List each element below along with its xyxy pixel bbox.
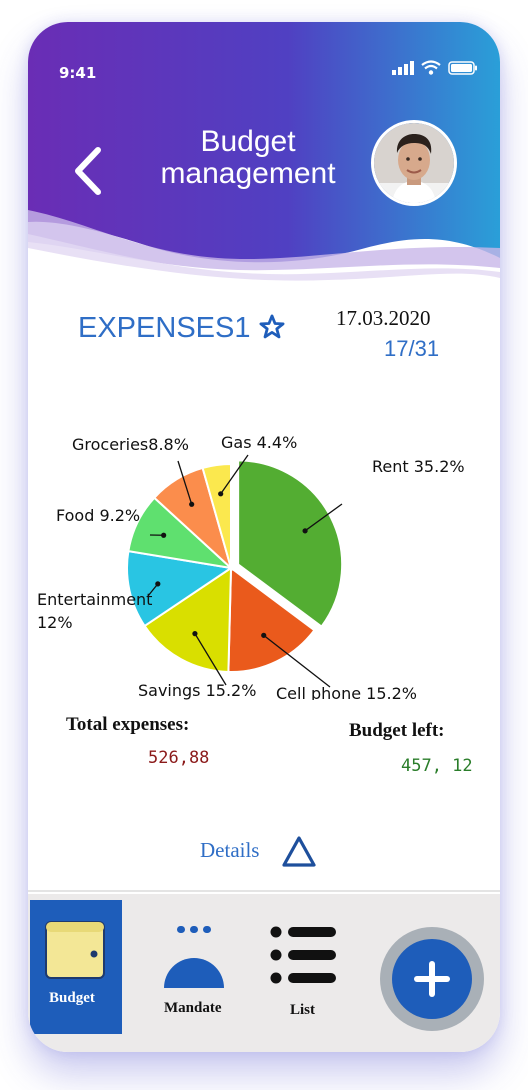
slice-label-4: Food 9.2% (56, 506, 140, 525)
leader-dot-3 (155, 581, 161, 587)
list-icon (270, 926, 336, 984)
leader-dot-6 (218, 491, 224, 497)
add-button[interactable] (380, 927, 484, 1031)
user-photo (374, 123, 454, 203)
budget-left-value: 457, 12 (401, 756, 473, 776)
slice-label-5: Groceries8.8% (72, 435, 189, 454)
status-time: 9:41 (59, 64, 97, 82)
page-title-line2: management (160, 157, 336, 190)
page-title: Budget management (138, 126, 358, 190)
leader-dot-2 (192, 631, 198, 637)
nav-item-mandate[interactable]: Mandate (152, 904, 236, 1024)
favorite-star-icon[interactable] (258, 313, 286, 341)
nav-label-budget: Budget (49, 990, 95, 1006)
total-expenses-label: Total expenses: (66, 714, 190, 735)
leader-dot-5 (189, 501, 195, 507)
details-link[interactable]: Details (200, 838, 259, 863)
status-icons (392, 60, 478, 75)
expenses-title: EXPENSES1 (78, 312, 251, 344)
nav-label-mandate: Mandate (164, 1000, 222, 1016)
slice-label-3-line2: 12% (37, 613, 73, 632)
expenses-pie-chart: Rent 35.2% Cell phone 15.2% Savings 15.2% E… (37, 433, 465, 700)
day-of-month: 17/31 (384, 336, 440, 361)
nav-label-list: List (290, 1002, 316, 1018)
leader-dot-1 (261, 632, 267, 638)
slice-label-1: Cell phone 15.2% (276, 684, 417, 700)
nav-item-list[interactable]: List (264, 904, 344, 1024)
slice-label-6: Gas 4.4% (221, 433, 297, 452)
avatar[interactable] (371, 120, 457, 206)
plus-icon (414, 961, 450, 997)
page-title-line1: Budget (200, 125, 296, 158)
total-expenses-value: 526,88 (148, 748, 210, 768)
cellular-signal-icon (392, 60, 414, 75)
battery-icon (448, 60, 477, 75)
mandate-icon (164, 926, 224, 988)
wifi-icon (421, 60, 441, 75)
slice-label-0: Rent 35.2% (372, 457, 465, 476)
phone-screen: 9:41 Budget management EXPENSES1 17.03.2… (28, 22, 500, 1052)
back-button[interactable] (68, 144, 108, 198)
leader-dot-0 (302, 528, 308, 534)
expand-triangle-icon[interactable] (280, 834, 318, 870)
budget-left-label: Budget left: (349, 720, 445, 741)
leader-dot-4 (161, 532, 167, 538)
wallet-icon (45, 921, 105, 979)
slice-label-3: Entertainment (37, 590, 152, 609)
card-divider (28, 890, 500, 892)
bottom-nav: Budget Mandate List (28, 894, 500, 1052)
expenses-date: 17.03.2020 (336, 306, 431, 330)
header: 9:41 Budget management (28, 22, 500, 282)
add-button-inner (392, 939, 472, 1019)
nav-item-budget[interactable]: Budget (30, 900, 122, 1034)
slice-label-2: Savings 15.2% (138, 681, 256, 700)
